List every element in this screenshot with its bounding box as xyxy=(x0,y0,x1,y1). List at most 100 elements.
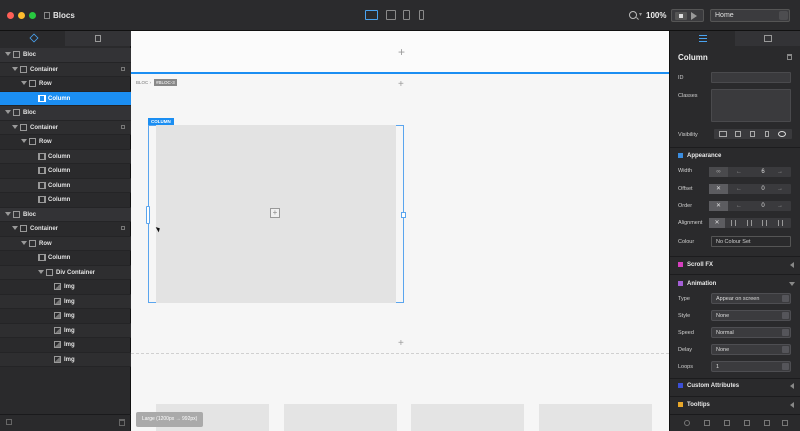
disclosure-triangle-icon[interactable] xyxy=(12,226,18,230)
layer-row[interactable]: Img xyxy=(0,352,131,367)
tab-assets[interactable] xyxy=(735,31,800,46)
phone-device-icon[interactable] xyxy=(419,10,424,20)
trash-icon[interactable] xyxy=(787,54,792,60)
add-bloc-icon[interactable]: + xyxy=(398,46,405,58)
align-none-icon[interactable]: ✕ xyxy=(709,218,725,228)
anim-loops-stepper[interactable]: 1 xyxy=(711,361,791,372)
add-bric-button[interactable]: + xyxy=(270,208,280,218)
desktop-visibility-icon[interactable] xyxy=(719,131,727,137)
appearance-section-header[interactable]: Appearance xyxy=(678,153,721,159)
offset-value[interactable]: 0 xyxy=(756,184,770,194)
anim-speed-select[interactable]: Normal xyxy=(711,327,791,338)
lock-icon[interactable] xyxy=(121,226,125,230)
disclosure-triangle-icon[interactable] xyxy=(21,139,27,143)
order-decrement-icon[interactable]: ← xyxy=(736,201,742,211)
grid-icon[interactable] xyxy=(704,420,710,426)
disclosure-triangle-icon[interactable] xyxy=(5,110,11,114)
tab-layers[interactable] xyxy=(0,31,65,46)
layer-row[interactable]: Container xyxy=(0,222,131,237)
anim-type-select[interactable]: Appear on screen xyxy=(711,293,791,304)
lock-icon[interactable] xyxy=(121,66,125,71)
zoom-caret-icon[interactable]: ▾ xyxy=(639,11,642,18)
disclosure-triangle-icon[interactable] xyxy=(21,81,27,85)
zoom-icon[interactable] xyxy=(629,11,637,19)
phone-visibility-icon[interactable] xyxy=(765,131,769,137)
disclosure-triangle-icon[interactable] xyxy=(21,240,27,245)
zoom-level[interactable]: 100% xyxy=(646,11,666,20)
layer-row[interactable]: Column xyxy=(0,251,131,266)
layer-row[interactable]: Img xyxy=(0,294,131,309)
offset-decrement-icon[interactable]: ← xyxy=(736,184,742,194)
layer-row[interactable]: Column xyxy=(0,193,131,208)
layer-row[interactable]: Column xyxy=(0,164,131,179)
align-bottom-icon[interactable] xyxy=(762,220,767,226)
custom-attributes-section-header[interactable]: Custom Attributes xyxy=(678,383,739,389)
id-input[interactable] xyxy=(711,72,791,83)
sidebar-toggle-icon[interactable] xyxy=(44,12,50,19)
layer-row[interactable]: Row xyxy=(0,236,131,251)
order-value[interactable]: 0 xyxy=(756,201,770,211)
column-placeholder[interactable] xyxy=(411,404,524,431)
width-increment-icon[interactable]: → xyxy=(777,167,783,177)
document-icon[interactable] xyxy=(744,420,750,426)
column-placeholder[interactable] xyxy=(539,404,652,431)
page-select[interactable]: Home xyxy=(710,9,790,22)
tab-properties[interactable] xyxy=(670,31,735,46)
tablet-device-icon[interactable] xyxy=(403,10,410,20)
width-decrement-icon[interactable]: ← xyxy=(736,167,742,177)
layer-row[interactable]: Container xyxy=(0,62,131,77)
settings-icon[interactable] xyxy=(782,420,788,426)
column-placeholder[interactable] xyxy=(284,404,397,431)
offset-increment-icon[interactable]: → xyxy=(777,184,783,194)
layer-row[interactable]: Img xyxy=(0,309,131,324)
align-stretch-icon[interactable] xyxy=(778,220,783,226)
layer-row[interactable]: Bloc xyxy=(0,48,131,63)
order-increment-icon[interactable]: → xyxy=(777,201,783,211)
disclosure-triangle-icon[interactable] xyxy=(5,211,11,216)
eye-icon[interactable] xyxy=(778,131,786,137)
tooltips-section-header[interactable]: Tooltips xyxy=(678,402,710,408)
delete-layer-icon[interactable] xyxy=(119,419,125,426)
layer-row[interactable]: Img xyxy=(0,280,131,295)
breadcrumb-bloc-id[interactable]: #BLOC-3 xyxy=(154,79,177,86)
laptop-device-icon[interactable] xyxy=(386,10,396,20)
disclosure-triangle-icon[interactable] xyxy=(5,52,11,56)
tab-pages[interactable] xyxy=(65,31,130,46)
layer-row[interactable]: Bloc xyxy=(0,207,131,222)
width-auto-icon[interactable]: ∞ xyxy=(709,167,728,177)
collapse-arrow-icon[interactable] xyxy=(790,383,794,389)
layer-row[interactable]: Column xyxy=(0,149,131,164)
design-canvas[interactable]: + + BLOC › #BLOC-3 COLUMN + + Large (120… xyxy=(131,31,669,431)
layer-row[interactable]: Img xyxy=(0,338,131,353)
anim-delay-select[interactable]: None xyxy=(711,344,791,355)
column-resize-handle-left[interactable] xyxy=(146,206,150,224)
desktop-device-icon[interactable] xyxy=(365,10,378,20)
tablet-visibility-icon[interactable] xyxy=(750,131,755,137)
colour-picker-button[interactable]: No Colour Set xyxy=(711,236,791,247)
order-clear-icon[interactable]: ✕ xyxy=(709,201,728,211)
layer-row[interactable]: Div Container xyxy=(0,265,131,280)
anim-style-select[interactable]: None xyxy=(711,310,791,321)
laptop-visibility-icon[interactable] xyxy=(735,131,741,137)
minimize-window-button[interactable] xyxy=(18,12,25,19)
add-bloc-icon[interactable]: + xyxy=(398,80,404,90)
align-top-icon[interactable] xyxy=(731,220,736,226)
layer-row[interactable]: Row xyxy=(0,77,131,92)
layer-row[interactable]: Container xyxy=(0,120,131,135)
layer-row[interactable]: Bloc xyxy=(0,106,131,121)
disclosure-triangle-icon[interactable] xyxy=(12,124,18,129)
animation-section-header[interactable]: Animation xyxy=(678,281,716,287)
collapse-arrow-icon[interactable] xyxy=(790,262,794,268)
close-window-button[interactable] xyxy=(7,12,14,19)
image-icon[interactable] xyxy=(724,420,730,426)
scroll-fx-section-header[interactable]: Scroll FX xyxy=(678,262,713,268)
layer-row[interactable]: Img xyxy=(0,323,131,338)
library-icon[interactable] xyxy=(684,420,690,426)
empty-bloc[interactable]: + xyxy=(131,31,669,74)
layer-row[interactable]: Row xyxy=(0,135,131,150)
play-button[interactable] xyxy=(691,12,697,20)
disclosure-triangle-icon[interactable] xyxy=(38,269,44,274)
expand-arrow-icon[interactable] xyxy=(789,282,795,286)
code-icon[interactable] xyxy=(764,420,770,426)
lock-icon[interactable] xyxy=(121,124,125,129)
